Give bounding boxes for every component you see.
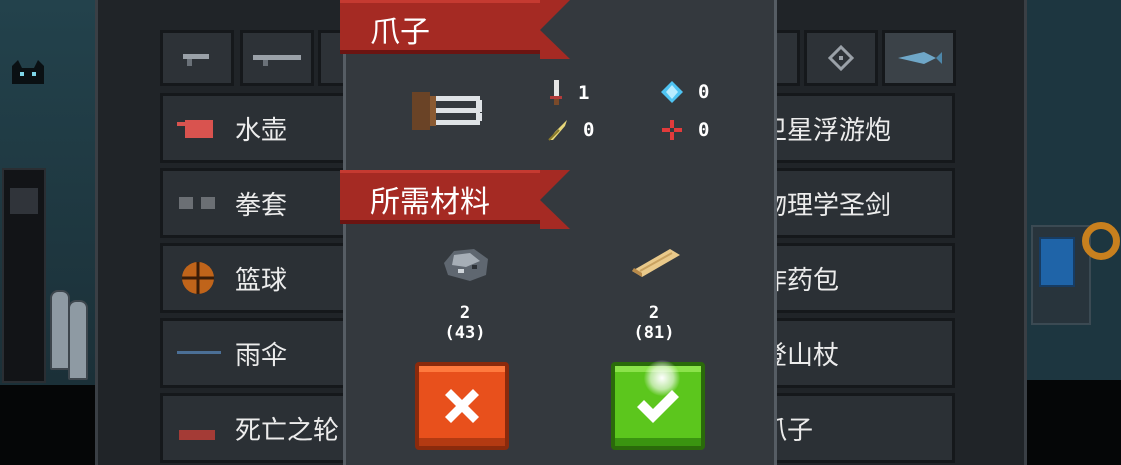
scene-floor <box>0 385 95 465</box>
scene-floor <box>1027 380 1121 465</box>
close-icon <box>445 389 479 423</box>
stat-precision: 0 <box>660 118 709 142</box>
gear-icon <box>1082 222 1120 260</box>
tab-rifle[interactable] <box>240 30 314 86</box>
cat-icon <box>12 60 44 84</box>
item-title: 爪子 <box>370 15 430 50</box>
item-title-ribbon: 爪子 <box>340 0 570 59</box>
rifle-icon <box>253 55 301 66</box>
tab-fish[interactable] <box>882 30 956 86</box>
crosshair-icon <box>662 120 682 140</box>
list-item[interactable]: 拳套 <box>160 168 350 238</box>
stat-precision-value: 0 <box>698 119 710 141</box>
list-item[interactable]: 卫星浮游炮 <box>761 93 955 163</box>
list-item-label: 篮球 <box>235 265 288 296</box>
fish-icon <box>898 52 942 64</box>
energy-crystal-icon <box>661 81 683 103</box>
claw-weapon-icon <box>412 92 482 130</box>
list-item[interactable]: 水壶 <box>160 93 350 163</box>
umbrella-icon <box>177 351 221 354</box>
stat-energy: 0 <box>660 80 709 104</box>
material-owned: (43) <box>444 323 486 343</box>
list-item-label: 雨伞 <box>235 340 288 371</box>
stat-energy-value: 0 <box>698 81 710 103</box>
list-item[interactable]: 炸药包 <box>761 243 955 313</box>
stat-crit: 0 <box>545 118 594 142</box>
materials-title-ribbon: 所需材料 <box>340 170 570 229</box>
list-item-label: 水壶 <box>235 115 288 146</box>
craft-dialog <box>343 0 777 465</box>
materials-title: 所需材料 <box>370 185 490 220</box>
material-count: 2 (43) <box>425 303 505 343</box>
pistol-icon <box>183 54 209 66</box>
kettle-icon <box>177 120 213 138</box>
material-count: 2 (81) <box>614 303 694 343</box>
background-scene-left <box>0 0 95 465</box>
ore-icon <box>444 249 488 281</box>
material-owned: (81) <box>633 323 675 343</box>
list-item[interactable]: 登山杖 <box>761 318 955 388</box>
list-item[interactable]: 爪子 <box>761 393 955 463</box>
stat-damage: 1 <box>548 80 589 106</box>
wood-plank-icon <box>632 249 680 277</box>
stat-damage-value: 1 <box>578 82 590 104</box>
touch-indicator <box>644 360 680 396</box>
cancel-button[interactable] <box>415 362 509 450</box>
basketball-icon <box>182 262 214 294</box>
target-icon <box>828 45 854 71</box>
list-item[interactable]: 雨伞 <box>160 318 350 388</box>
feather-icon <box>548 120 567 141</box>
boxing-glove-icon <box>179 197 215 209</box>
list-item[interactable]: 篮球 <box>160 243 350 313</box>
list-item[interactable]: 物理学圣剑 <box>761 168 955 238</box>
material-required: 2 <box>459 303 471 323</box>
sword-icon <box>550 80 562 105</box>
cabinet <box>2 168 46 383</box>
list-item-label: 卫星浮游炮 <box>761 115 892 146</box>
list-item[interactable]: 死亡之轮 <box>160 393 350 463</box>
background-scene-right <box>1027 0 1121 465</box>
tab-pistol[interactable] <box>160 30 234 86</box>
list-item-label: 拳套 <box>235 190 288 221</box>
tab-target[interactable] <box>804 30 878 86</box>
gas-tank-icon <box>68 300 88 380</box>
material-required: 2 <box>648 303 660 323</box>
list-item-label: 物理学圣剑 <box>761 190 892 221</box>
list-item-label: 死亡之轮 <box>235 415 340 446</box>
stat-crit-value: 0 <box>583 119 595 141</box>
death-wheel-icon <box>179 430 215 440</box>
gas-tank-icon <box>50 290 70 370</box>
